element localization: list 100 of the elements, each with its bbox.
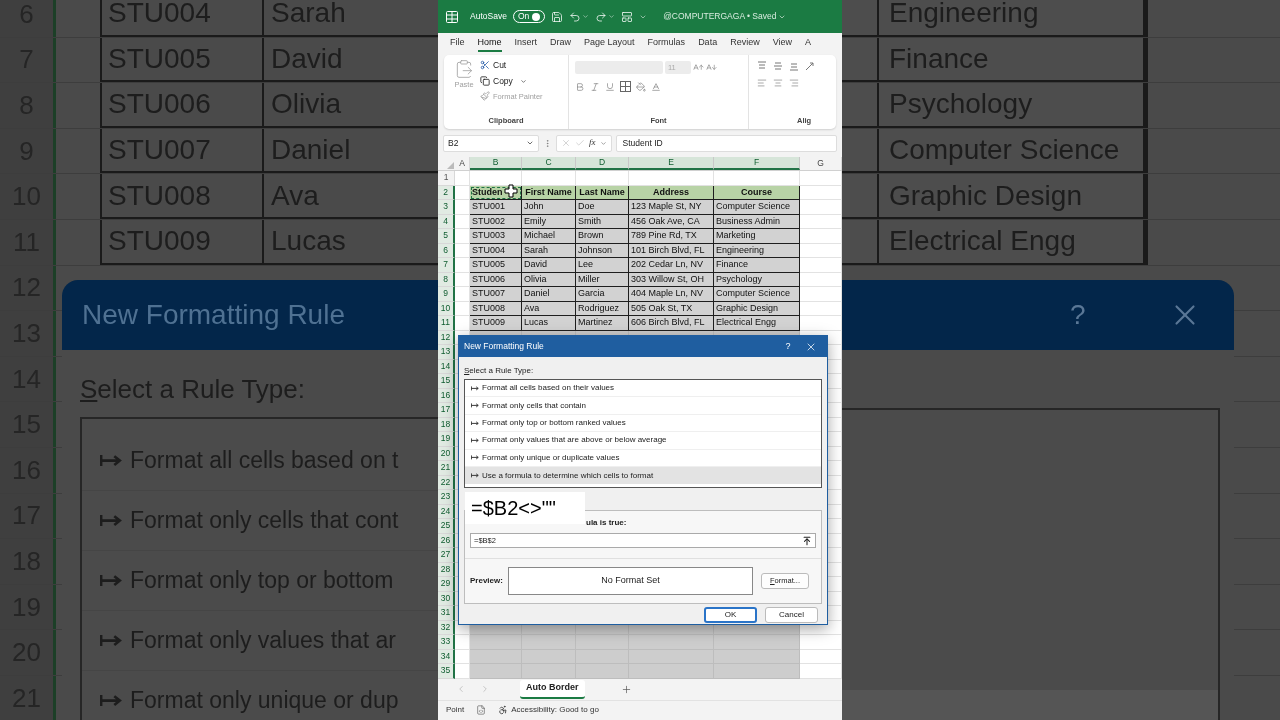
list-item[interactable]: Format only cells that contain: [465, 397, 821, 415]
column-header[interactable]: B: [470, 157, 522, 170]
sheet-tab[interactable]: Auto Border: [520, 679, 585, 699]
collapse-icon[interactable]: [802, 535, 812, 546]
row-number[interactable]: 7: [438, 258, 455, 273]
table-cell[interactable]: 404 Maple Ln, NV: [629, 287, 714, 302]
copy-button[interactable]: Copy: [480, 74, 543, 88]
table-cell[interactable]: Computer Science: [714, 287, 800, 302]
table-cell[interactable]: Brown: [576, 229, 629, 244]
table-cell[interactable]: Martinez: [576, 316, 629, 331]
row-number[interactable]: 11: [438, 316, 455, 331]
align-center-icon[interactable]: [773, 78, 783, 88]
name-box[interactable]: B2: [443, 134, 539, 152]
bold-icon[interactable]: [575, 81, 585, 92]
table-cell[interactable]: Lee: [576, 258, 629, 273]
cut-button[interactable]: Cut: [480, 59, 543, 72]
ribbon-tab[interactable]: Review: [730, 36, 760, 52]
increase-font-icon[interactable]: [693, 62, 704, 73]
row-number[interactable]: 31: [438, 606, 455, 621]
cancel-button[interactable]: Cancel: [765, 607, 818, 623]
ribbon-tab[interactable]: View: [772, 36, 792, 52]
table-cell[interactable]: 606 Birch Blvd, FL: [629, 316, 714, 331]
macro-icon[interactable]: [476, 705, 487, 715]
italic-icon[interactable]: [590, 81, 600, 92]
ribbon-tab[interactable]: Home: [477, 36, 502, 52]
table-cell[interactable]: David: [522, 258, 576, 273]
row-number[interactable]: 27: [438, 548, 455, 563]
ribbon-tab[interactable]: File: [450, 36, 465, 52]
ribbon-tab[interactable]: Formulas: [647, 36, 686, 52]
row-number[interactable]: 5: [438, 229, 455, 244]
table-cell[interactable]: Lucas: [522, 316, 576, 331]
list-item[interactable]: Format only top or bottom ranked values: [465, 414, 821, 433]
cancel-icon[interactable]: [561, 138, 571, 148]
ribbon-tab[interactable]: Insert: [514, 36, 538, 52]
list-item[interactable]: [842, 690, 1218, 720]
table-cell[interactable]: Michael: [522, 229, 576, 244]
table-cell[interactable]: Daniel: [522, 287, 576, 302]
row-number[interactable]: 3: [438, 200, 455, 215]
document-title[interactable]: @COMPUTERGAGA • Saved: [663, 10, 787, 23]
column-header[interactable]: E: [629, 157, 714, 170]
row-number[interactable]: 15: [438, 374, 455, 389]
row-number[interactable]: 19: [438, 432, 455, 447]
table-cell[interactable]: Marketing: [714, 229, 800, 244]
row-number[interactable]: 13: [438, 345, 455, 360]
save-icon[interactable]: [551, 10, 564, 23]
insert-function-button[interactable]: fx: [589, 136, 596, 150]
row-number[interactable]: 33: [438, 635, 455, 650]
table-cell[interactable]: Computer Science: [714, 200, 800, 215]
middle-align-icon[interactable]: [773, 61, 783, 71]
rule-type-list[interactable]: [464, 379, 822, 488]
accessibility-status[interactable]: Accessibility: Good to go: [498, 704, 599, 716]
table-cell[interactable]: Garcia: [576, 287, 629, 302]
fill-color-icon[interactable]: [636, 81, 646, 92]
ribbon-tab[interactable]: Data: [698, 36, 718, 52]
decrease-font-icon[interactable]: [706, 62, 717, 73]
row-number[interactable]: 9: [438, 287, 455, 302]
table-cell[interactable]: Finance: [714, 258, 800, 273]
table-cell[interactable]: Doe: [576, 200, 629, 215]
caret-icon[interactable]: [526, 139, 534, 147]
formula-input[interactable]: Student ID: [615, 134, 837, 152]
font-color-icon[interactable]: [651, 81, 661, 92]
column-header[interactable]: C: [522, 157, 576, 170]
undo-icon[interactable]: [569, 10, 582, 23]
row-number[interactable]: 35: [438, 664, 455, 679]
column-header[interactable]: D: [576, 157, 629, 170]
table-cell[interactable]: 123 Maple St, NY: [629, 200, 714, 215]
table-cell[interactable]: John: [522, 200, 576, 215]
row-number[interactable]: 23: [438, 490, 455, 505]
underline-icon[interactable]: [605, 81, 615, 92]
table-cell[interactable]: STU005: [470, 258, 522, 273]
help-button[interactable]: ?: [773, 339, 803, 354]
table-cell[interactable]: STU003: [470, 229, 522, 244]
bottom-align-icon[interactable]: [789, 61, 799, 71]
table-cell[interactable]: 202 Cedar Ln, NV: [629, 258, 714, 273]
table-cell[interactable]: 789 Pine Rd, TX: [629, 229, 714, 244]
form-icon[interactable]: [621, 10, 634, 23]
row-number[interactable]: 25: [438, 519, 455, 534]
align-left-icon[interactable]: [757, 78, 767, 88]
list-item[interactable]: Format all cells based on their values: [465, 380, 821, 398]
list-item[interactable]: Format only unique or duplicate values: [465, 449, 821, 467]
row-number[interactable]: 21: [438, 461, 455, 476]
row-number[interactable]: 1: [438, 171, 455, 186]
top-align-icon[interactable]: [757, 61, 767, 71]
redo-icon[interactable]: [595, 10, 608, 23]
column-header[interactable]: F: [714, 157, 800, 170]
align-right-icon[interactable]: [789, 78, 799, 88]
select-all-icon[interactable]: [447, 162, 454, 169]
enter-icon[interactable]: [575, 138, 585, 148]
handle-icon[interactable]: [543, 138, 552, 148]
row-number[interactable]: 29: [438, 577, 455, 592]
row-number[interactable]: 17: [438, 403, 455, 418]
previous-sheet-icon[interactable]: [456, 684, 466, 694]
borders-icon[interactable]: [620, 81, 631, 92]
ribbon-tab[interactable]: A: [805, 36, 812, 52]
table-cell[interactable]: Electrical Engg: [714, 316, 800, 331]
ok-button[interactable]: OK: [704, 607, 757, 623]
list-item[interactable]: Format only values that are above or below average: [465, 432, 821, 450]
table-cell[interactable]: STU001: [470, 200, 522, 215]
ribbon-tab[interactable]: Draw: [550, 36, 572, 52]
table-cell[interactable]: STU007: [470, 287, 522, 302]
